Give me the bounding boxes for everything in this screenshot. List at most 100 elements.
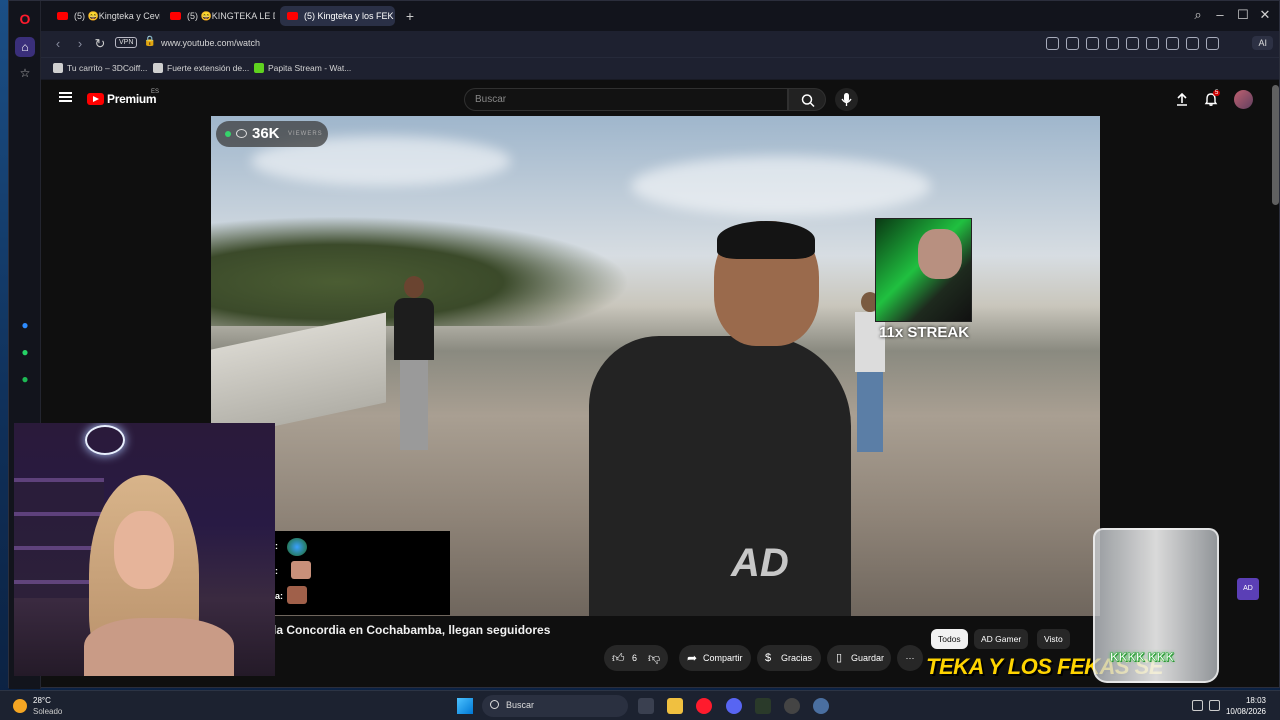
ai-button[interactable]: AI — [1252, 36, 1273, 50]
minimize-button[interactable]: – — [1211, 7, 1229, 22]
taskbar-search-label: Buscar — [506, 700, 535, 710]
more-actions-button[interactable]: ··· — [897, 645, 923, 671]
tab-label: (5) 😄Kingteka y Cevicher — [74, 11, 160, 21]
tab-kingteka-le-da[interactable]: (5) 😄KINGTEKA LE DA LA — [163, 6, 275, 26]
thanks-button[interactable]: $ Gracias — [757, 645, 821, 671]
close-button[interactable]: ✕ — [1256, 7, 1274, 23]
app-icon[interactable] — [755, 698, 771, 714]
streamer-body — [84, 618, 234, 676]
tab-kingteka-cevichera[interactable]: (5) 😄Kingteka y Cevicher — [50, 6, 160, 26]
bookmarks-star-icon[interactable]: ☆ — [15, 63, 35, 83]
thanks-label: Gracias — [781, 653, 813, 663]
obs-icon[interactable] — [784, 698, 800, 714]
ad-watermark: AD — [731, 541, 789, 585]
neon-planet-sign — [85, 425, 125, 455]
save-button[interactable]: ▯ Guardar — [827, 645, 891, 671]
stream-chat-overlay: : : a: — [275, 531, 450, 615]
youtube-favicon-icon — [170, 12, 181, 20]
taskbar-search[interactable]: Buscar — [482, 695, 628, 717]
menu-icon[interactable] — [1186, 37, 1199, 50]
search-input[interactable]: Buscar — [464, 88, 788, 111]
hamburger-menu-icon[interactable] — [59, 92, 72, 102]
whatsapp-icon[interactable]: ● — [15, 342, 35, 362]
avatar[interactable] — [1234, 90, 1253, 109]
like-count[interactable]: 6 — [632, 645, 637, 671]
search-tabs-icon[interactable]: ⌕ — [1189, 7, 1207, 23]
dislike-icon[interactable]: 👎︎ — [648, 645, 660, 671]
volume-icon[interactable] — [1209, 700, 1220, 711]
url-field[interactable]: www.youtube.com/watch — [161, 38, 260, 48]
share-label: Compartir — [703, 653, 743, 663]
eye-icon — [236, 129, 247, 138]
new-tab-button[interactable]: + — [401, 7, 419, 25]
bookmark-3dcoiff[interactable]: Tu carrito – 3DCoiff... — [53, 63, 147, 73]
spotify-icon[interactable]: ● — [15, 369, 35, 389]
like-icon[interactable]: 👍︎ — [612, 645, 625, 671]
globe-emote-icon — [287, 538, 307, 556]
upload-icon[interactable] — [1175, 92, 1189, 106]
reload-button[interactable]: ↻ — [91, 36, 109, 52]
viewer-count-badge: 36K VIEWERS — [216, 121, 328, 147]
scrollbar[interactable] — [1272, 85, 1279, 205]
youtube-logo-icon[interactable] — [87, 93, 104, 105]
save-label: Guardar — [851, 653, 885, 663]
chip-todos[interactable]: Todos — [931, 629, 968, 649]
network-icon[interactable] — [1192, 700, 1203, 711]
search-icon — [490, 700, 499, 709]
video-title: la Concordia en Cochabamba, llegan segui… — [273, 623, 551, 637]
weather-condition[interactable]: Soleado — [33, 707, 62, 716]
heart-icon[interactable] — [1126, 37, 1139, 50]
like-dislike-group: 👍︎ 6 👎︎ — [604, 645, 668, 671]
play-icon[interactable] — [1146, 37, 1159, 50]
clock-time: 18:03 — [1245, 696, 1266, 705]
lock-icon[interactable]: 🔒 — [141, 36, 159, 47]
maximize-button[interactable]: ☐ — [1234, 7, 1252, 23]
clock-date: 10/08/2026 — [1225, 707, 1266, 716]
file-explorer-icon[interactable] — [667, 698, 683, 714]
walking-person — [394, 276, 434, 456]
zoom-icon[interactable] — [1046, 37, 1059, 50]
temperature[interactable]: 28°C — [33, 696, 51, 705]
search-button[interactable] — [788, 88, 826, 111]
sun-weather-icon[interactable] — [13, 699, 27, 713]
save-icon: ▯ — [836, 652, 843, 664]
youtube-favicon-icon — [287, 12, 298, 20]
profile-icon[interactable] — [1206, 37, 1219, 50]
task-view-icon[interactable] — [638, 698, 654, 714]
discord-icon[interactable] — [726, 698, 742, 714]
streak-webcam — [875, 218, 972, 322]
tab-label: (5) 😄KINGTEKA LE DA LA — [187, 11, 275, 21]
share-button[interactable]: ➦ Compartir — [679, 645, 751, 671]
chat-row: : — [275, 541, 278, 551]
home-icon[interactable]: ⌂ — [15, 37, 35, 57]
edit-icon[interactable] — [1066, 37, 1079, 50]
tab-kingteka-fekas[interactable]: (5) Kingteka y los FEK — [280, 6, 395, 26]
download-icon[interactable] — [1166, 37, 1179, 50]
bookmark-fuerte-extension[interactable]: Fuerte extensión de... — [153, 63, 249, 73]
back-button[interactable]: ‹ — [49, 36, 67, 51]
chip-ad-gamer[interactable]: AD Gamer — [974, 629, 1029, 649]
windows-start-icon[interactable] — [457, 698, 473, 714]
shield-icon[interactable] — [1106, 37, 1119, 50]
vpn-badge[interactable]: VPN — [115, 37, 138, 48]
chip-visto[interactable]: Visto — [1037, 629, 1070, 649]
youtube-favicon-icon — [57, 12, 68, 20]
tab-label: (5) Kingteka y los FEK — [304, 11, 394, 21]
address-tools — [1046, 37, 1219, 50]
messenger-icon[interactable]: ● — [15, 315, 35, 335]
channel-ad-badge[interactable]: AD — [1237, 578, 1259, 600]
share-icon: ➦ — [687, 651, 698, 665]
camera-icon[interactable] — [1086, 37, 1099, 50]
face-emote-icon — [291, 561, 311, 579]
tab-bar: (5) 😄Kingteka y Cevicher (5) 😄KINGTEKA L… — [41, 1, 1279, 31]
chat-row: a: — [275, 591, 284, 601]
viewer-count: 36K — [252, 125, 280, 142]
opera-logo-icon[interactable]: O — [15, 9, 35, 29]
settings-gear-icon[interactable] — [813, 698, 829, 714]
microphone-button[interactable] — [835, 88, 858, 111]
clock[interactable]: 18:03 10/08/2026 — [1226, 695, 1266, 717]
opera-taskbar-icon[interactable] — [696, 698, 712, 714]
bookmark-papita-stream[interactable]: Papita Stream - Wat... — [254, 63, 351, 73]
forward-button[interactable]: › — [71, 36, 89, 51]
youtube-premium-logo[interactable]: Premium — [107, 92, 157, 106]
